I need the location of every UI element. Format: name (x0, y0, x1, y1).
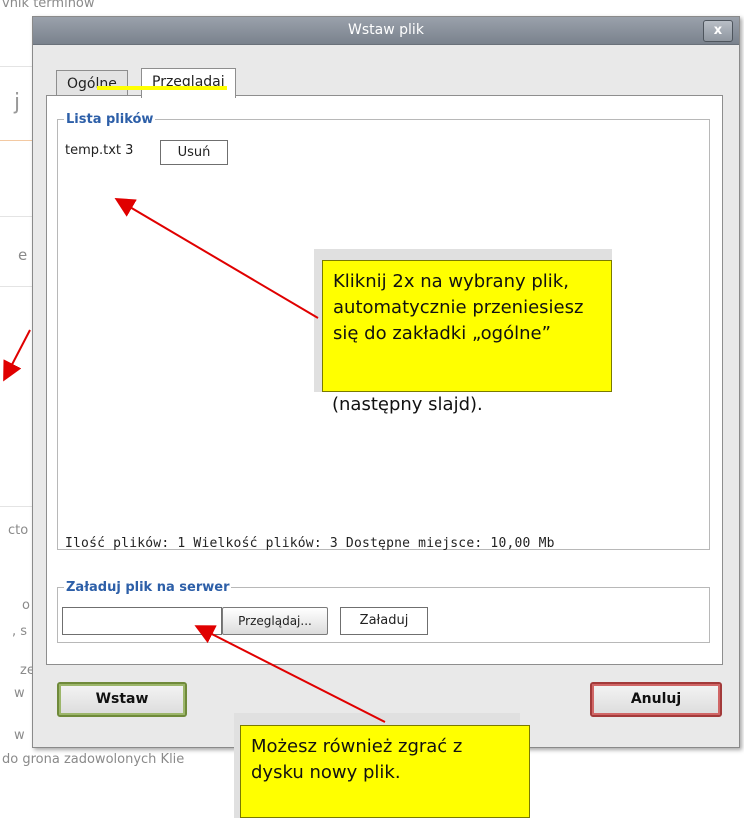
arrow-to-file-item (114, 197, 319, 319)
arrow-to-file-input (194, 625, 386, 723)
tab-highlight-marker (97, 86, 227, 90)
annotation-arrows (3, 197, 386, 723)
tab-browse[interactable]: Przeglądaj (141, 68, 236, 98)
arrow-offscreen-left (3, 329, 31, 382)
